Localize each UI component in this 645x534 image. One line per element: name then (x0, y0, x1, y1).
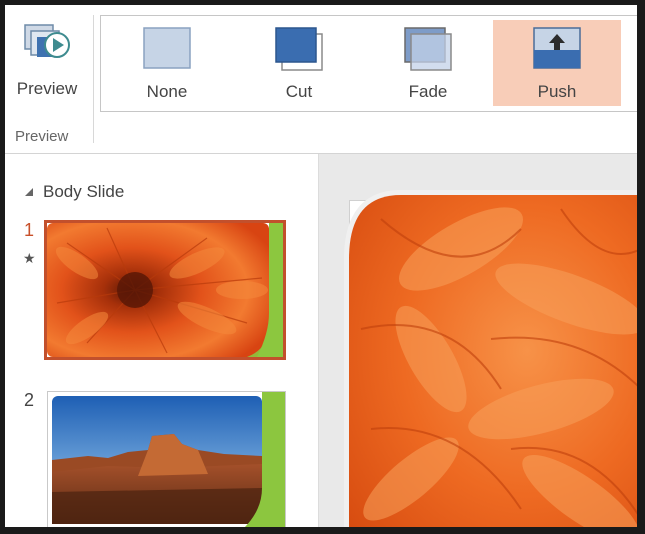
transition-fade[interactable]: Fade (364, 20, 492, 106)
transition-cut-icon (275, 27, 323, 71)
transition-gallery: None Cut Fade Push (100, 15, 637, 112)
preview-play-icon (24, 24, 70, 58)
preview-button[interactable]: Preview (9, 13, 85, 109)
transition-none-icon (143, 27, 191, 69)
slide-flower-photo (344, 190, 637, 527)
slide-thumbnail-1[interactable] (44, 220, 286, 360)
transitions-ribbon: Preview Preview None Cut Fade Push (5, 5, 637, 154)
transition-push-icon (533, 27, 581, 69)
transition-cut-label: Cut (285, 82, 313, 101)
transition-push[interactable]: Push (493, 20, 621, 106)
slide-number-2: 2 (24, 390, 35, 410)
preview-group-label: Preview (15, 128, 69, 145)
preview-button-label: Preview (16, 79, 78, 98)
transition-push-label: Push (537, 82, 577, 101)
transition-none[interactable]: None (103, 20, 231, 106)
slide-thumbnail-pane: Body Slide 1 ★ 2 (5, 154, 319, 527)
slide-number-1: 1 (24, 220, 35, 240)
powerpoint-window: Preview Preview None Cut Fade Push Body … (5, 5, 637, 527)
section-title: Body Slide (43, 182, 125, 201)
collapse-triangle-icon (25, 188, 33, 196)
section-header[interactable]: Body Slide (25, 182, 124, 202)
group-separator (93, 15, 94, 143)
transition-none-label: None (146, 82, 188, 101)
transition-fade-icon (404, 27, 452, 71)
transition-fade-label: Fade (408, 82, 448, 101)
slide-thumbnail-2[interactable] (47, 391, 286, 527)
desert-mesa-picture (48, 392, 285, 527)
orange-flower-picture (47, 223, 283, 357)
animation-star-icon: ★ (23, 250, 36, 266)
transition-cut[interactable]: Cut (235, 20, 363, 106)
